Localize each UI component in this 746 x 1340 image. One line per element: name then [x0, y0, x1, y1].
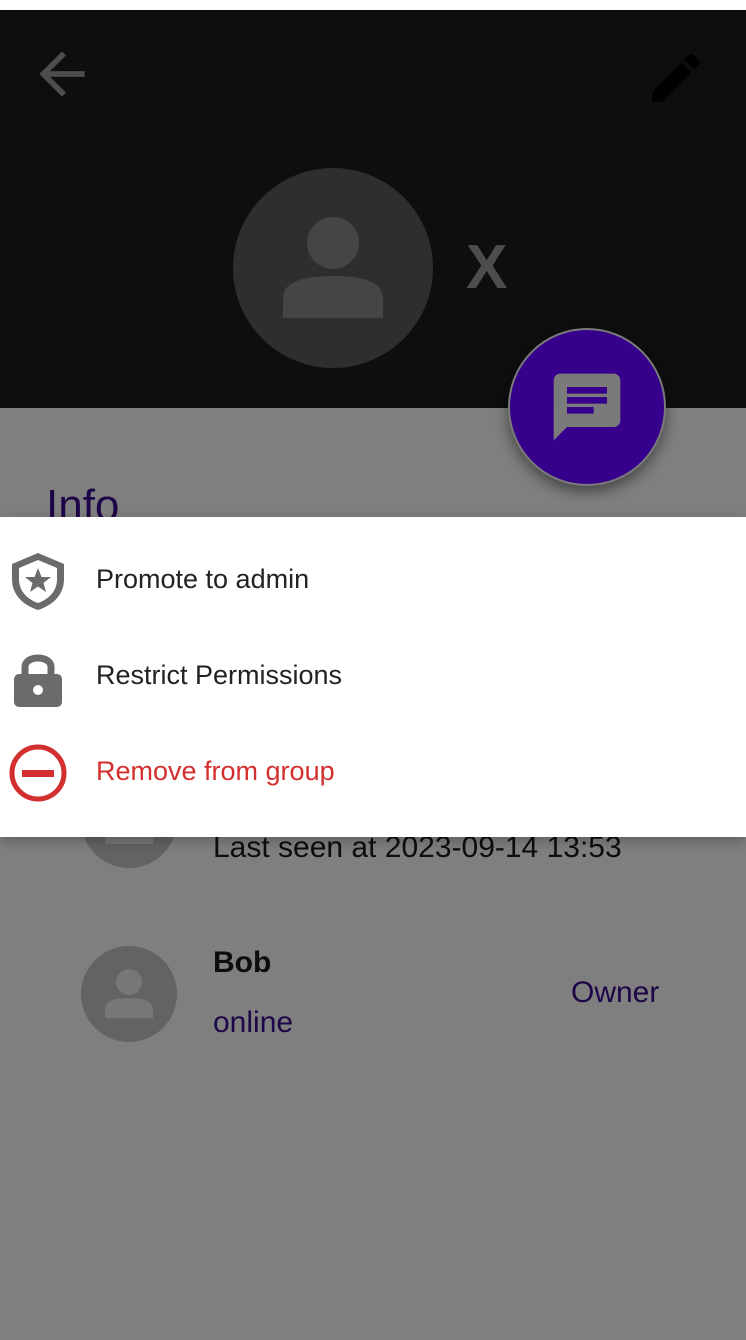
- remove-from-group-item[interactable]: Remove from group: [0, 725, 746, 821]
- restrict-permissions-label: Restrict Permissions: [96, 660, 343, 690]
- lock-icon: [14, 654, 62, 707]
- remove-from-group-label: Remove from group: [96, 756, 335, 786]
- chat-icon: [553, 373, 621, 441]
- promote-to-admin-item[interactable]: Promote to admin: [0, 533, 746, 629]
- restrict-permissions-item[interactable]: Restrict Permissions: [0, 629, 746, 725]
- status-bar: [0, 0, 746, 10]
- open-chat-fab[interactable]: [508, 328, 666, 486]
- member-actions-menu: Promote to admin Restrict Permissions Re…: [0, 517, 746, 837]
- shield-star-icon: [12, 553, 64, 610]
- promote-to-admin-label: Promote to admin: [96, 564, 310, 594]
- remove-circle-icon: [9, 744, 67, 802]
